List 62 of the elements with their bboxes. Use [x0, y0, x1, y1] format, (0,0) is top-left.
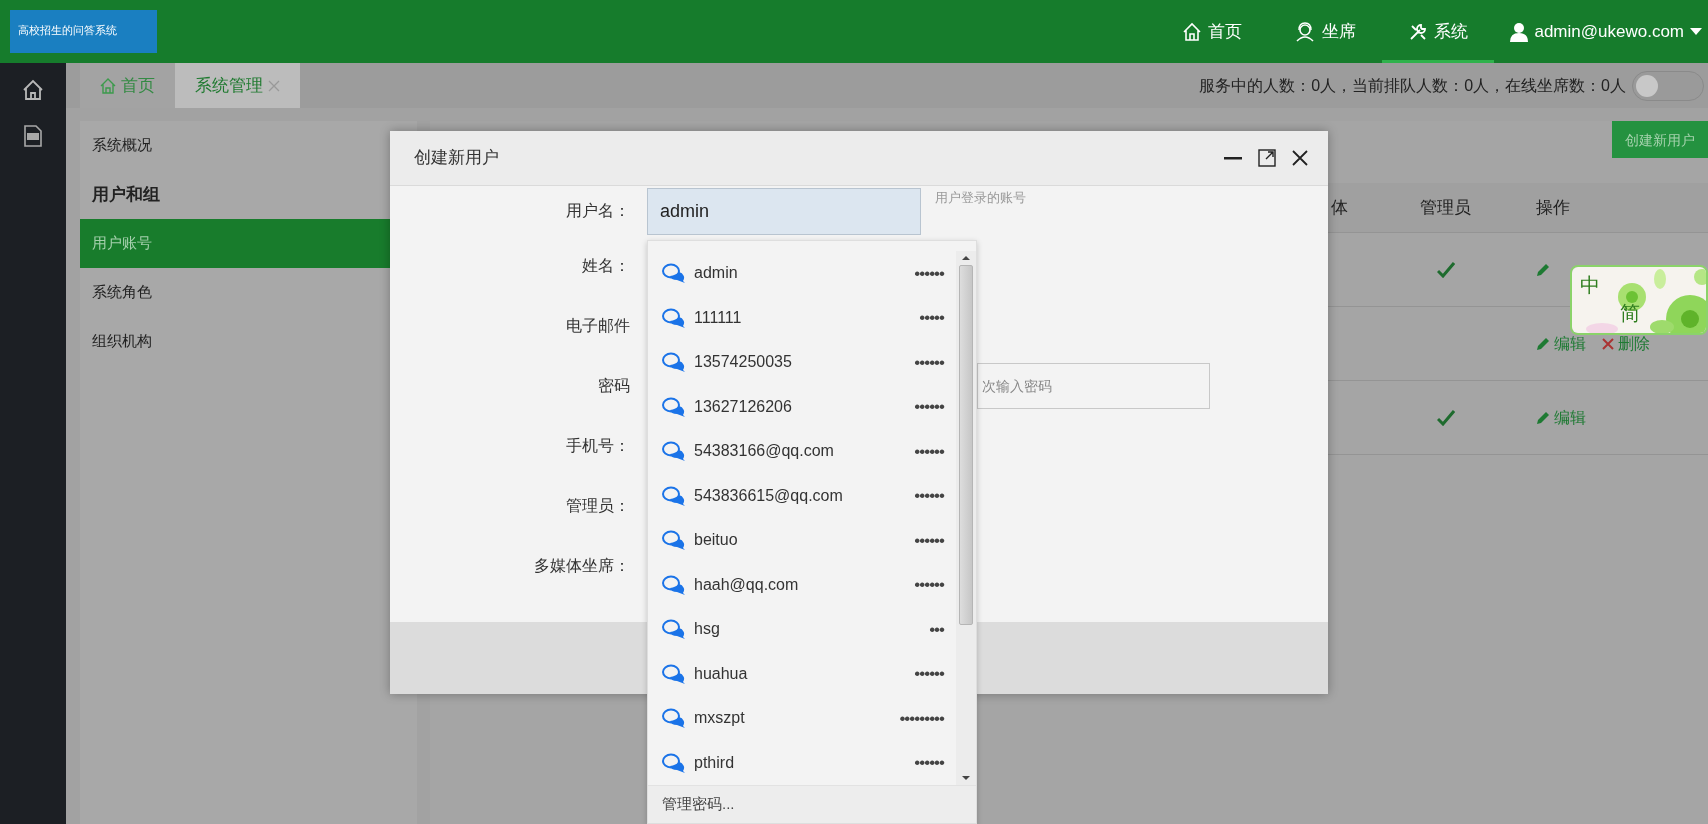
dialog-title: 创建新用户 [414, 147, 499, 170]
autofill-item[interactable]: huahua •••••• [648, 651, 956, 696]
pencil-icon [1536, 410, 1550, 425]
field-label: 管理员： [565, 496, 630, 516]
tools-icon [1408, 21, 1429, 42]
home-icon[interactable] [22, 79, 44, 101]
input-mode-text: 中 [1580, 275, 1601, 297]
scrollbar[interactable] [956, 251, 976, 785]
field-label: 电子邮件 [565, 316, 630, 336]
close-icon[interactable] [1292, 150, 1308, 166]
home-icon [100, 77, 116, 94]
maximize-icon[interactable] [1258, 149, 1276, 167]
field-label: 用户名： [565, 201, 630, 221]
app-logo[interactable]: 高校招生的问答系统 [10, 10, 157, 53]
field-label: 密码 [597, 376, 630, 396]
chat-bubble-icon [662, 619, 686, 640]
sidebar-heading: 用户和组 [91, 183, 161, 206]
manage-passwords-link[interactable]: 管理密码... [648, 785, 976, 823]
chat-bubble-icon [662, 441, 686, 462]
autofill-item[interactable]: mxszpt ••••••••• [648, 696, 956, 741]
autofill-item[interactable]: beituo •••••• [648, 518, 956, 563]
status-text: 服务中的人数：0人，当前排队人数：0人，在线坐席数：0人 [1199, 75, 1626, 96]
chat-bubble-icon [662, 485, 686, 506]
chat-bubble-icon [662, 752, 686, 773]
autofill-item[interactable]: haah@qq.com •••••• [648, 562, 956, 607]
nav-tab[interactable]: 首页 [1156, 0, 1269, 63]
ime-status-bar[interactable]: 中 简 [1570, 265, 1708, 335]
toggle-switch[interactable] [1632, 70, 1704, 101]
field-hint: 用户登录的账号 [935, 189, 1026, 207]
chat-bubble-icon [662, 663, 686, 684]
home-icon [1182, 21, 1203, 42]
column-header: 体 [1330, 196, 1349, 219]
chat-bubble-icon [662, 307, 686, 328]
field-label: 手机号： [565, 436, 630, 456]
confirm-password-field[interactable]: 次输入密码 [977, 363, 1210, 409]
chat-bubble-icon [662, 574, 686, 595]
file-icon[interactable] [24, 125, 42, 147]
autofill-item[interactable]: admin •••••• [648, 251, 956, 296]
pencil-icon [1536, 336, 1550, 351]
charset-text: 简 [1620, 303, 1641, 325]
delete-icon [1602, 337, 1614, 350]
autofill-item[interactable]: 54383166@qq.com •••••• [648, 429, 956, 474]
autofill-item[interactable]: 13574250035 •••••• [648, 340, 956, 385]
autofill-item[interactable]: hsg ••• [648, 607, 956, 652]
chat-bubble-icon [662, 530, 686, 551]
nav-tab[interactable]: 坐席 [1268, 0, 1383, 63]
autofill-item[interactable]: 13627126206 •••••• [648, 384, 956, 429]
field-label: 姓名： [581, 256, 630, 276]
username-field[interactable]: admin [647, 187, 921, 235]
column-header: 管理员 [1419, 196, 1472, 219]
user-icon [1510, 21, 1529, 42]
chat-bubble-icon [662, 396, 686, 417]
caret-icon [1690, 27, 1702, 36]
chat-bubble-icon [662, 708, 686, 729]
field-label: 多媒体坐席： [533, 556, 630, 576]
autofill-item[interactable]: 543836615@qq.com •••••• [648, 473, 956, 518]
chat-bubble-icon [662, 352, 686, 373]
chat-bubble-icon [662, 263, 686, 284]
autofill-item[interactable]: 111111 ••••• [648, 295, 956, 340]
user-menu[interactable]: admin@ukewo.com [1510, 18, 1708, 45]
column-header: 操作 [1535, 196, 1571, 219]
autofill-item[interactable]: pthird •••••• [648, 740, 956, 785]
